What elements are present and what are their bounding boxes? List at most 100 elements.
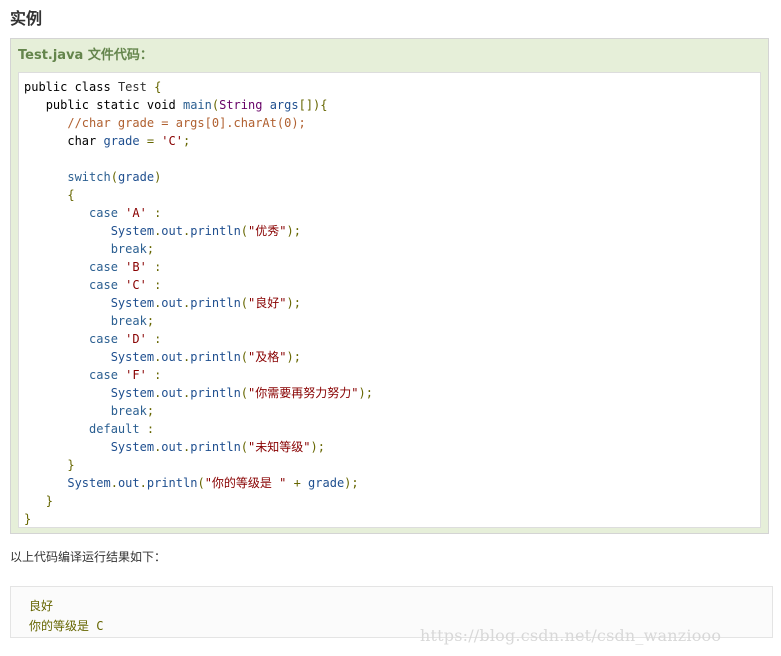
code-token: "及格"	[248, 350, 287, 364]
code-line: System.out.println("你需要再努力努力");	[24, 384, 373, 402]
code-token: switch	[67, 170, 111, 184]
code-token: out	[161, 386, 183, 400]
code-token: (	[240, 296, 249, 310]
code-token: println	[190, 386, 241, 400]
code-token: "你的等级是 "	[204, 476, 294, 490]
code-line: public class Test {	[24, 78, 373, 96]
code-content: public class Test { public static void m…	[24, 78, 373, 528]
code-token: :	[154, 206, 162, 220]
code-token: out	[117, 476, 140, 490]
code-token: :	[154, 278, 162, 292]
code-token: //char grade = args[0].charAt(0);	[67, 116, 306, 130]
code-token: case	[89, 278, 126, 292]
code-token: println	[190, 350, 241, 364]
output-content: 良好 你的等级是 C	[29, 596, 103, 636]
code-line: }	[24, 510, 373, 528]
code-token: 'A'	[125, 206, 155, 220]
code-token: "未知等级"	[248, 440, 311, 454]
code-token: );	[286, 224, 301, 238]
code-token: ;	[146, 242, 155, 256]
example-title: Test.java 文件代码：	[18, 48, 153, 63]
code-token: :	[154, 368, 162, 382]
code-token: );	[344, 476, 359, 490]
watermark-url: https://blog.csdn.net/csdn_wanziooo	[420, 626, 722, 645]
code-token: main	[182, 98, 212, 112]
code-token: 'F'	[125, 368, 155, 382]
code-token: break	[110, 242, 147, 256]
code-line: //char grade = args[0].charAt(0);	[24, 114, 373, 132]
code-token: public	[45, 98, 97, 112]
code-token: }	[67, 458, 75, 472]
code-token: case	[89, 260, 126, 274]
output-line: 你的等级是 C	[29, 619, 104, 633]
code-line: break;	[24, 240, 373, 258]
code-token: System	[110, 440, 155, 454]
result-intro-text: 以上代码编译运行结果如下：	[10, 550, 167, 564]
code-token: out	[161, 350, 183, 364]
code-line: case 'F' :	[24, 366, 373, 384]
code-line: break;	[24, 402, 373, 420]
code-token: ;	[146, 314, 155, 328]
code-token: (	[240, 350, 249, 364]
code-token: (	[240, 224, 249, 238]
code-token: []){	[298, 98, 328, 112]
code-token: System	[67, 476, 111, 490]
code-token: 'B'	[125, 260, 155, 274]
code-token: );	[358, 386, 373, 400]
code-token: out	[161, 296, 183, 310]
code-token: case	[89, 368, 126, 382]
code-token: 'C'	[125, 278, 155, 292]
code-token: }	[45, 494, 53, 508]
code-token: case	[89, 206, 126, 220]
code-token: (	[110, 170, 118, 184]
code-line: System.out.println("你的等级是 " + grade);	[24, 474, 373, 492]
code-token: +	[293, 476, 309, 490]
code-token: {	[154, 80, 162, 94]
section-heading: 实例	[10, 9, 43, 28]
code-token: public	[24, 80, 75, 94]
code-token: class	[74, 80, 118, 94]
code-token: }	[24, 512, 32, 526]
code-token: "你需要再努力努力"	[248, 386, 359, 400]
code-token: out	[161, 440, 183, 454]
code-token: );	[286, 296, 301, 310]
example-box: Test.java 文件代码： public class Test { publ…	[10, 38, 769, 534]
code-token: Test	[117, 80, 155, 94]
code-line: }	[24, 456, 373, 474]
code-token: :	[154, 332, 162, 346]
code-line: break;	[24, 312, 373, 330]
code-line: case 'D' :	[24, 330, 373, 348]
code-line: System.out.println("及格");	[24, 348, 373, 366]
code-token: );	[310, 440, 325, 454]
code-token: System	[110, 350, 155, 364]
code-line: {	[24, 186, 373, 204]
code-token: grade	[103, 134, 147, 148]
code-token: System	[110, 224, 155, 238]
code-token: "良好"	[248, 296, 287, 310]
code-token: "优秀"	[248, 224, 287, 238]
code-token: String	[219, 98, 270, 112]
code-token: );	[286, 350, 301, 364]
code-token: .	[110, 476, 118, 490]
code-token: grade	[117, 170, 155, 184]
code-token: System	[110, 386, 155, 400]
code-token: static	[96, 98, 147, 112]
code-token: grade	[308, 476, 345, 490]
code-line: default :	[24, 420, 373, 438]
code-token: 'D'	[125, 332, 155, 346]
code-token: args	[269, 98, 299, 112]
code-line: char grade = 'C';	[24, 132, 373, 150]
code-token: break	[110, 314, 147, 328]
code-token: char	[67, 134, 104, 148]
code-token: void	[146, 98, 183, 112]
code-token: (	[197, 476, 205, 490]
code-line: }	[24, 492, 373, 510]
code-line: System.out.println("良好");	[24, 294, 373, 312]
code-token: .	[139, 476, 147, 490]
code-token: 'C'	[161, 134, 183, 148]
code-token: {	[67, 188, 75, 202]
code-token: println	[190, 224, 241, 238]
code-token: case	[89, 332, 126, 346]
code-line: case 'C' :	[24, 276, 373, 294]
